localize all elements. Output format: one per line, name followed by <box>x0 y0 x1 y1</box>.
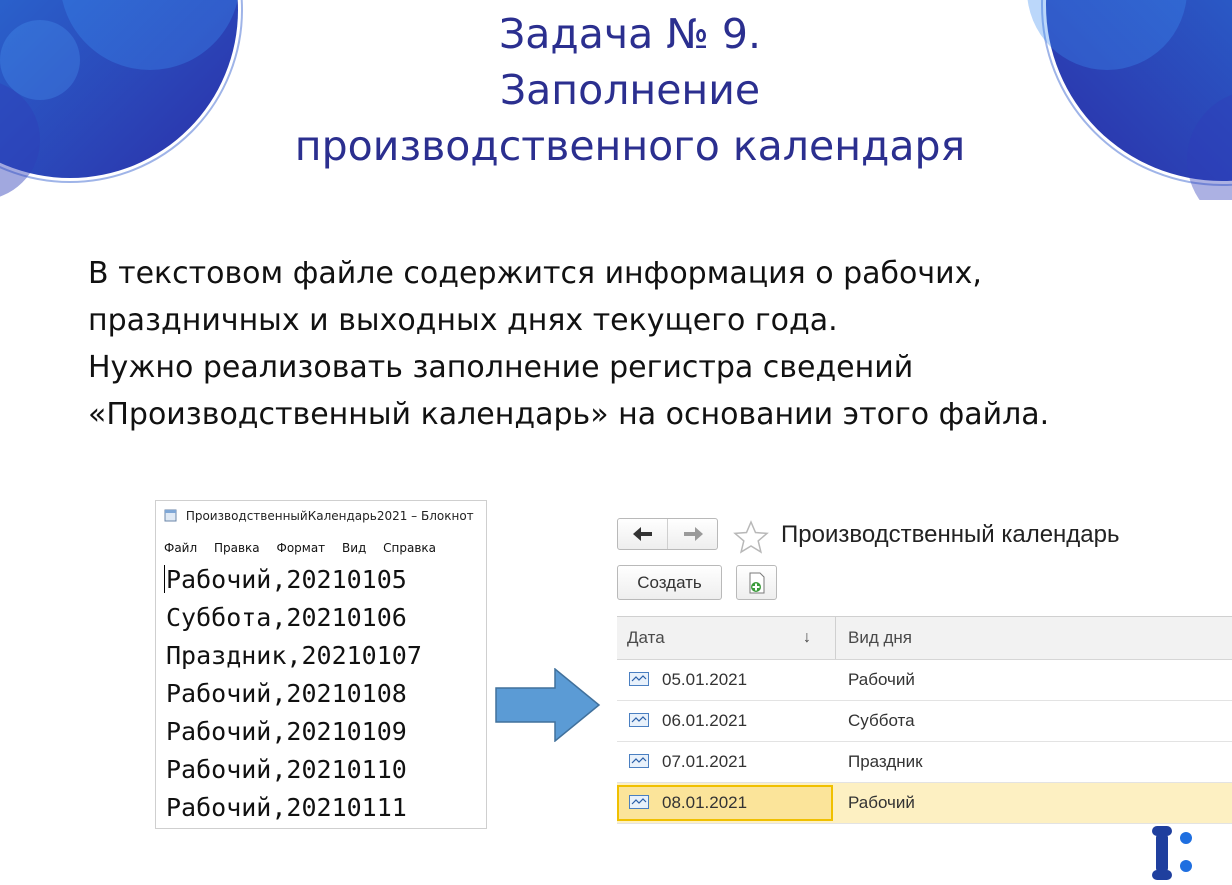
create-button[interactable]: Создать <box>617 565 722 600</box>
add-document-icon <box>749 572 764 593</box>
date-value: 06.01.2021 <box>662 711 748 730</box>
column-header-date[interactable]: Дата <box>627 628 665 648</box>
star-outline-icon[interactable] <box>733 520 769 554</box>
back-button[interactable] <box>618 519 667 549</box>
brand-logo <box>1152 826 1192 880</box>
slide-title-line: Заполнение <box>499 66 761 114</box>
day-kind-value: Суббота <box>848 711 915 730</box>
arrow-left-icon <box>632 527 652 541</box>
record-icon <box>629 754 649 768</box>
notepad-window-title: ПроизводственныйКалендарь2021 – Блокнот <box>185 509 474 523</box>
notepad-window: ПроизводственныйКалендарь2021 – Блокнот … <box>155 500 487 829</box>
day-kind-value: Рабочий <box>848 793 915 812</box>
slide-title-line: производственного календаря <box>294 122 966 170</box>
notepad-titlebar: ПроизводственныйКалендарь2021 – Блокнот <box>164 509 474 523</box>
record-icon <box>629 795 649 809</box>
column-header-day-kind[interactable]: Вид дня <box>848 628 912 648</box>
table-row-selected[interactable]: 08.01.2021 Рабочий <box>617 783 1232 824</box>
slide-title: Задача № 9. Заполнение производственного… <box>180 6 1080 174</box>
arrow-right-icon <box>683 527 703 541</box>
file-line: Рабочий,20210105 <box>166 565 407 594</box>
text-caret <box>164 565 165 593</box>
file-line: Суббота,20210106 <box>166 603 407 632</box>
calendar-table: Дата ↓ Вид дня 05.01.2021 Рабочий 06.01.… <box>617 616 1232 824</box>
description-line: Нужно реализовать заполнение регистра св… <box>88 350 914 385</box>
file-line: Праздник,20210107 <box>166 641 422 670</box>
file-line: Рабочий,20210108 <box>166 679 407 708</box>
notepad-menubar: Файл Правка Формат Вид Справка <box>164 541 449 555</box>
sort-descending-icon[interactable]: ↓ <box>803 629 811 647</box>
date-value: 07.01.2021 <box>662 752 748 771</box>
menu-format[interactable]: Формат <box>276 541 325 555</box>
file-line: Рабочий,20210111 <box>166 793 407 822</box>
form-title: Производственный календарь <box>781 521 1120 548</box>
table-header: Дата ↓ Вид дня <box>617 617 1232 660</box>
forward-button[interactable] <box>667 519 717 549</box>
table-row[interactable]: 07.01.2021 Праздник <box>617 742 1232 783</box>
record-icon <box>629 713 649 727</box>
add-document-button[interactable] <box>736 565 777 600</box>
cell-date[interactable]: 06.01.2021 <box>617 701 834 740</box>
menu-help[interactable]: Справка <box>383 541 436 555</box>
cell-date-focused[interactable]: 08.01.2021 <box>617 785 833 821</box>
day-kind-value: Праздник <box>848 752 923 771</box>
arrow-right-shape <box>495 668 601 742</box>
day-kind-value: Рабочий <box>848 670 915 689</box>
slide-title-line: Задача № 9. <box>498 10 762 58</box>
file-line: Рабочий,20210109 <box>166 717 407 746</box>
cell-date[interactable]: 07.01.2021 <box>617 742 834 781</box>
menu-edit[interactable]: Правка <box>214 541 260 555</box>
notepad-text-area[interactable]: Рабочий,20210105 Суббота,20210106 Праздн… <box>166 561 422 827</box>
record-icon <box>629 672 649 686</box>
description-line: «Производственный календарь» на основани… <box>88 397 1050 432</box>
table-row[interactable]: 05.01.2021 Рабочий <box>617 660 1232 701</box>
column-separator[interactable] <box>835 617 836 659</box>
menu-file[interactable]: Файл <box>164 541 197 555</box>
description-line: праздничных и выходных днях текущего год… <box>88 303 838 338</box>
task-description: В текстовом файле содержится информация … <box>88 250 1218 438</box>
menu-view[interactable]: Вид <box>342 541 366 555</box>
date-value: 05.01.2021 <box>662 670 748 689</box>
file-line: Рабочий,20210110 <box>166 755 407 784</box>
description-line: В текстовом файле содержится информация … <box>88 256 982 291</box>
cell-date[interactable]: 05.01.2021 <box>617 660 834 699</box>
notepad-icon <box>164 509 177 522</box>
date-value: 08.01.2021 <box>662 793 748 812</box>
table-row[interactable]: 06.01.2021 Суббота <box>617 701 1232 742</box>
navigation-buttons <box>617 518 718 550</box>
calendar-list-form: Производственный календарь Создать Дата … <box>615 510 1232 830</box>
